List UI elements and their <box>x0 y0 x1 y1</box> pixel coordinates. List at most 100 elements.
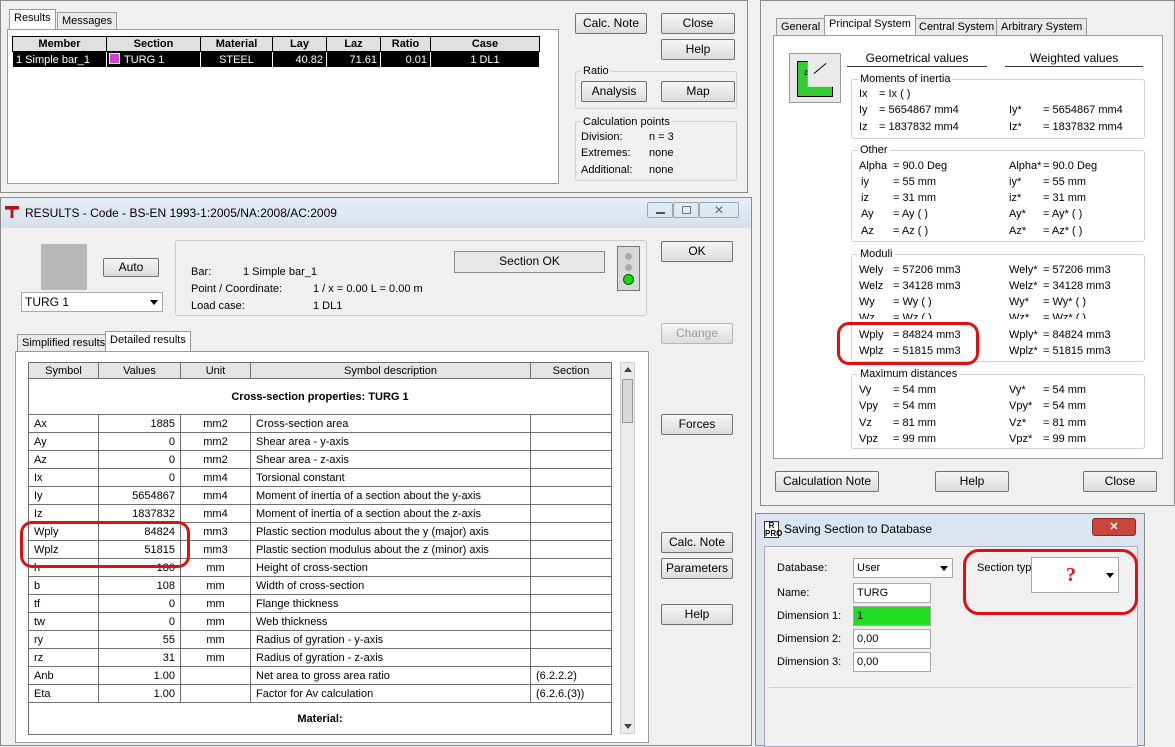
tab-central-system[interactable]: Central System <box>914 18 1000 36</box>
moduli-title: Moduli <box>858 248 895 261</box>
calc-note-button-2[interactable]: Calc. Note <box>661 532 733 553</box>
dimension-2-label: Dimension 2: <box>777 633 842 645</box>
analysis-button[interactable]: Analysis <box>581 81 647 102</box>
cell-section-ref <box>530 450 612 469</box>
tab-general[interactable]: General <box>776 18 826 36</box>
forces-button[interactable]: Forces <box>661 414 733 435</box>
tab-messages[interactable]: Messages <box>57 12 118 30</box>
name-field[interactable]: TURG <box>853 583 931 603</box>
section-shape-icon: z <box>789 53 841 103</box>
additional-value: none <box>649 164 674 176</box>
cell-symbol: Ix <box>28 468 99 487</box>
additional-label: Additional: <box>581 164 633 176</box>
prop-value: = 55 mm <box>893 176 937 188</box>
cell-section-ref <box>530 594 612 613</box>
table-row[interactable]: Az 0 mm2 Shear area - z-axis <box>28 450 612 469</box>
extremes-value: none <box>649 147 674 159</box>
help-button-2[interactable]: Help <box>661 604 733 625</box>
close-button-3[interactable]: Close <box>1083 471 1157 492</box>
dimension-3-field[interactable]: 0,00 <box>853 652 931 672</box>
minimize-button[interactable] <box>647 202 673 218</box>
cell-section-ref <box>530 504 612 523</box>
cell-symbol: tf <box>28 594 99 613</box>
dimension-1-field[interactable]: 1 <box>853 606 931 626</box>
prop-value: = Az ( ) <box>893 225 929 237</box>
table-row[interactable]: 1 Simple bar_1 TURG 1 STEEL 40.82 71.61 … <box>12 51 540 68</box>
cell-value: 5654867 <box>98 486 181 505</box>
prop-value: = 1837832 mm4 <box>879 121 959 133</box>
col-case: Case <box>430 36 540 52</box>
prop-value: = 81 mm <box>893 417 937 429</box>
tab-arbitrary-system[interactable]: Arbitrary System <box>996 18 1088 36</box>
table-row[interactable]: Eta 1.00 Factor for Av calculation (6.2.6.(… <box>28 684 612 703</box>
ok-button[interactable]: OK <box>661 241 733 262</box>
cell-description: Shear area - z-axis <box>250 450 531 469</box>
cell-unit: mm <box>180 630 251 649</box>
col-section: Section <box>106 36 201 52</box>
table-row[interactable]: ry 55 mm Radius of gyration - y-axis <box>28 630 612 649</box>
calc-note-button[interactable]: Calc. Note <box>575 13 647 34</box>
cell-value: 0 <box>98 612 181 631</box>
maximize-button[interactable] <box>673 202 699 218</box>
scroll-thumb[interactable] <box>622 379 633 423</box>
table-row[interactable]: Ax 1885 mm2 Cross-section area <box>28 414 612 433</box>
save-window-title: Saving Section to Database <box>784 522 933 536</box>
close-window-button[interactable]: ✕ <box>699 202 739 218</box>
tab-simplified-results[interactable]: Simplified results <box>17 334 111 352</box>
cell-unit: mm2 <box>180 414 251 433</box>
cell-unit: mm <box>180 576 251 595</box>
prop-value: = 90.0 Deg <box>893 160 948 172</box>
prop-label: Vz <box>859 417 872 429</box>
table-row[interactable]: rz 31 mm Radius of gyration - z-axis <box>28 648 612 667</box>
prop-label-w: Vz* <box>1009 417 1027 429</box>
help-button[interactable]: Help <box>661 39 735 60</box>
prop-value: = Ix ( ) <box>879 88 911 100</box>
prop-label-w: Iy* <box>1009 104 1022 116</box>
tab-results[interactable]: Results <box>9 9 56 29</box>
table-row[interactable]: tf 0 mm Flange thickness <box>28 594 612 613</box>
save-close-button[interactable]: ✕ <box>1092 518 1136 536</box>
calculation-note-button[interactable]: Calculation Note <box>775 471 879 492</box>
cell-section-ref <box>530 432 612 451</box>
cell-description: Plastic section modulus about the z (min… <box>250 540 531 559</box>
results-table: Member Section Material Lay Laz Ratio Ca… <box>12 36 540 68</box>
prop-label: Wy <box>859 296 875 308</box>
table-row[interactable]: tw 0 mm Web thickness <box>28 612 612 631</box>
title-bar: RESULTS - Code - BS-EN 1993-1:2005/NA:20… <box>1 198 751 228</box>
name-label: Name: <box>777 587 810 599</box>
prop-value-w: = 5654867 mm4 <box>1043 104 1123 116</box>
map-button[interactable]: Map <box>661 81 735 102</box>
scroll-down-icon[interactable] <box>624 724 632 729</box>
vertical-scrollbar[interactable] <box>620 362 635 734</box>
cell-section-ref <box>530 576 612 595</box>
prop-value: = Wy ( ) <box>893 296 932 308</box>
table-row[interactable]: Iz 1837832 mm4 Moment of inertia of a secti… <box>28 504 612 523</box>
parameters-button[interactable]: Parameters <box>661 558 733 579</box>
change-button[interactable]: Change <box>661 323 733 344</box>
table-row[interactable]: Iy 5654867 mm4 Moment of inertia of a secti… <box>28 486 612 505</box>
table-row[interactable]: Ix 0 mm4 Torsional constant <box>28 468 612 487</box>
prop-label-w: Vy* <box>1009 384 1026 396</box>
dimension-2-field[interactable]: 0,00 <box>853 629 931 649</box>
cell-unit <box>180 684 251 703</box>
table-row[interactable]: Ay 0 mm2 Shear area - y-axis <box>28 432 612 451</box>
cell-material: STEEL <box>200 51 273 68</box>
col-unit: Unit <box>180 362 251 379</box>
prop-value-w: = 34128 mm3 <box>1043 280 1111 292</box>
prop-label: Alpha <box>859 160 888 172</box>
prop-value-w: = 54 mm <box>1043 400 1087 412</box>
close-button[interactable]: Close <box>661 13 735 34</box>
auto-button[interactable]: Auto <box>103 258 159 277</box>
weighted-values-header: Weighted values <box>1005 51 1143 67</box>
table-row[interactable]: Anb 1.00 Net area to gross area ratio (6.2.… <box>28 666 612 685</box>
table-row[interactable]: b 108 mm Width of cross-section <box>28 576 612 595</box>
database-select[interactable]: User <box>853 558 953 578</box>
tab-principal-system[interactable]: Principal System <box>824 15 916 35</box>
scroll-up-icon[interactable] <box>624 367 632 372</box>
cell-unit: mm4 <box>180 504 251 523</box>
prop-label: Wely <box>859 264 884 276</box>
help-button-3[interactable]: Help <box>935 471 1009 492</box>
section-select[interactable]: TURG 1 <box>21 292 163 312</box>
prop-label-w: Alpha* <box>1009 160 1042 172</box>
tab-detailed-results[interactable]: Detailed results <box>105 331 191 351</box>
